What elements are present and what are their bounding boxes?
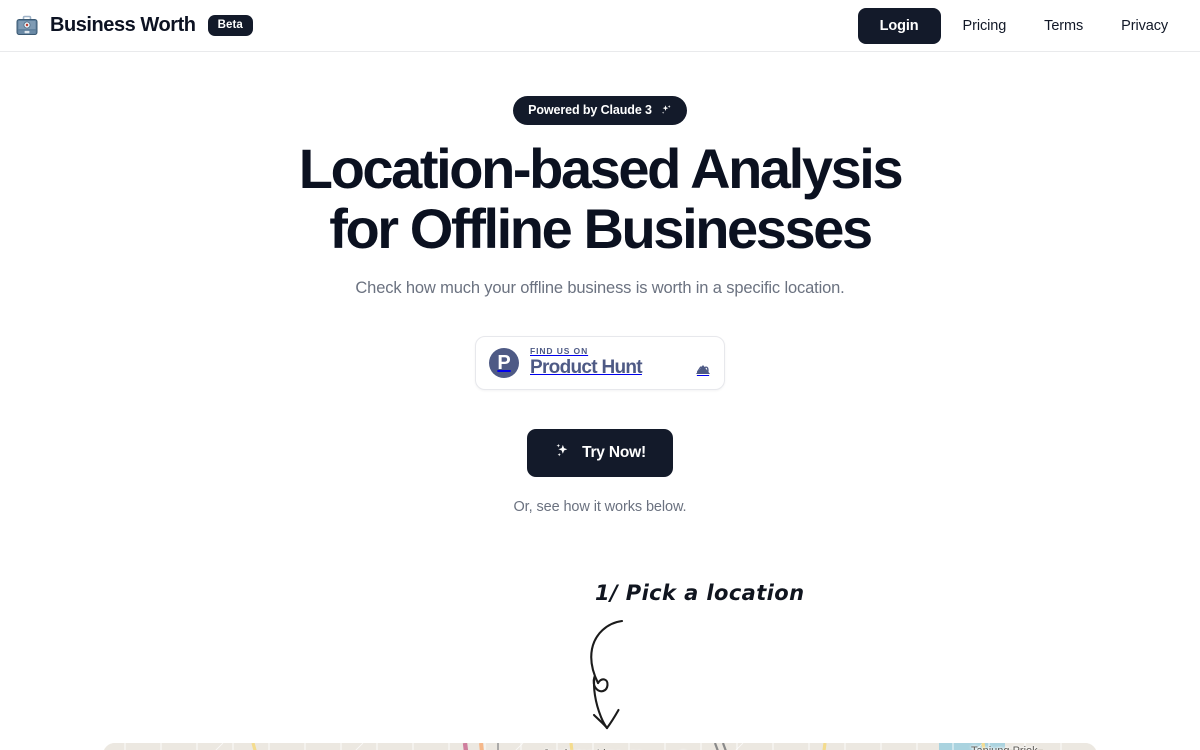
cta-wrap: Try Now!	[0, 429, 1200, 477]
curved-arrow-down-icon	[575, 607, 645, 737]
sparkles-icon	[554, 442, 571, 464]
brand-name: Business Worth	[50, 14, 196, 36]
product-hunt-kicker: FIND US ON	[530, 345, 589, 356]
step-label: 1/ Pick a location	[595, 581, 805, 605]
hero-section: Powered by Claude 3 Location-based Analy…	[0, 52, 1200, 515]
product-hunt-name: Product Hunt	[530, 357, 643, 379]
nav-link-privacy[interactable]: Privacy	[1105, 9, 1184, 43]
map[interactable]: Jelambar BaruJembatan LimaMangga BesarKr…	[103, 743, 1097, 750]
product-hunt-vote-count: 40	[696, 365, 710, 377]
product-hunt-wrap: P FIND US ON Product Hunt 40	[0, 336, 1200, 390]
product-hunt-badge[interactable]: P FIND US ON Product Hunt 40	[475, 336, 725, 390]
try-now-label: Try Now!	[582, 444, 646, 461]
headline-line-1: Location-based Analysis	[298, 137, 904, 200]
hero-subtitle: Check how much your offline business is …	[355, 279, 845, 297]
headline-line-2: for Offline Businesses	[329, 197, 873, 260]
cta-subtext: Or, see how it works below.	[513, 499, 687, 515]
beta-badge: Beta	[207, 15, 253, 36]
nav-link-pricing[interactable]: Pricing	[947, 9, 1023, 43]
sparkles-icon	[660, 104, 672, 116]
try-now-button[interactable]: Try Now!	[527, 429, 673, 477]
nav-link-login[interactable]: Login	[857, 7, 941, 44]
nav-link-terms[interactable]: Terms	[1028, 9, 1099, 43]
page-title: Location-based Analysis for Offline Busi…	[0, 141, 1200, 257]
primary-nav: Login Pricing Terms Privacy	[857, 7, 1184, 44]
map-place-label: Tanjung Priok	[971, 745, 1038, 750]
step-annotation: 1/ Pick a location	[0, 563, 1200, 743]
product-hunt-votes: 40	[696, 348, 710, 378]
site-header: Business Worth Beta Login Pricing Terms …	[0, 0, 1200, 52]
briefcase-icon	[14, 13, 40, 39]
powered-by-badge: Powered by Claude 3	[513, 96, 687, 125]
product-hunt-text: FIND US ON Product Hunt	[530, 345, 685, 379]
brand[interactable]: Business Worth Beta	[14, 13, 253, 39]
map-section: Jelambar BaruJembatan LimaMangga BesarKr…	[0, 743, 1200, 750]
product-hunt-logo-icon: P	[489, 348, 519, 378]
powered-by-label: Powered by Claude 3	[528, 103, 652, 117]
